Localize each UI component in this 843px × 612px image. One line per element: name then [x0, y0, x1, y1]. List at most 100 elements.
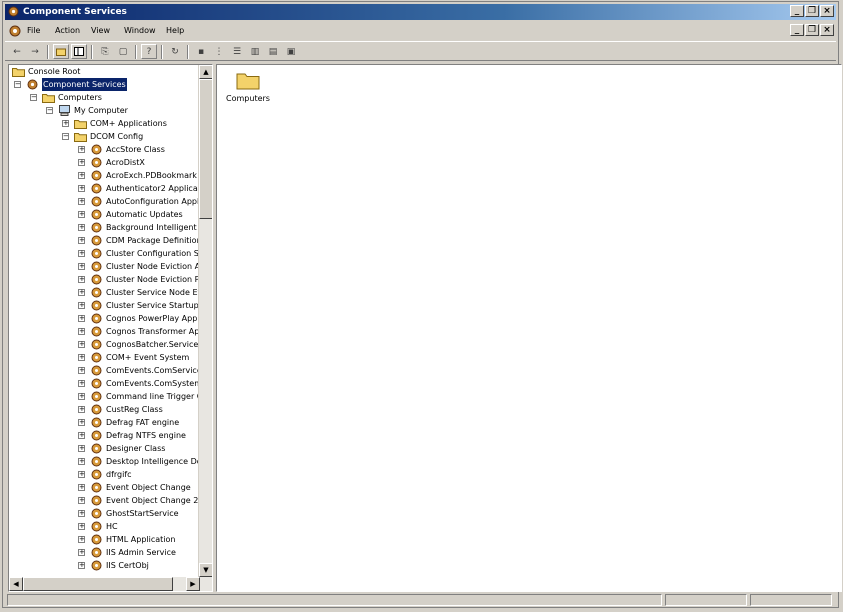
menu-window[interactable]: Window [124, 22, 156, 40]
tree-view: Console Root − Component Services − Comp… [9, 65, 200, 577]
scroll-left-icon[interactable]: ◀ [9, 577, 23, 591]
expand-icon[interactable]: + [78, 172, 85, 179]
tree-pane[interactable]: Console Root − Component Services − Comp… [8, 64, 213, 592]
details-view-icon[interactable]: ▥ [247, 44, 263, 59]
expand-icon[interactable]: + [78, 393, 85, 400]
collapse-icon[interactable]: − [46, 107, 53, 114]
folder-icon [236, 73, 260, 90]
detail-item-computers[interactable]: Computers [223, 70, 273, 103]
expand-icon[interactable]: + [78, 237, 85, 244]
tree-node-label: Designer Class [106, 444, 166, 453]
tree-node-label: Event Object Change 2 [106, 496, 199, 505]
small-icons-icon[interactable]: ⋮ [211, 44, 227, 59]
expand-icon[interactable]: + [78, 159, 85, 166]
expand-icon[interactable]: + [78, 302, 85, 309]
expand-icon[interactable]: + [78, 510, 85, 517]
menu-file[interactable]: File [27, 22, 40, 40]
tree-node-label: AcroExch.PDBookmark [106, 171, 197, 180]
dcom-component-icon [91, 365, 102, 376]
scroll-down-icon[interactable]: ▼ [199, 563, 212, 577]
expand-icon[interactable]: + [78, 211, 85, 218]
expand-icon[interactable]: + [78, 484, 85, 491]
child-close-button[interactable]: × [820, 24, 834, 36]
dcom-component-icon [91, 378, 102, 389]
expand-icon[interactable]: + [78, 497, 85, 504]
refresh-icon[interactable]: ↻ [167, 44, 183, 59]
detail-pane[interactable]: Computers [216, 64, 842, 592]
expand-icon[interactable]: + [78, 536, 85, 543]
tree-node-label: Authenticator2 Applicat [106, 184, 200, 193]
expand-icon[interactable]: + [78, 419, 85, 426]
menu-help[interactable]: Help [166, 22, 184, 40]
title-bar[interactable]: Component Services _ ❐ × [5, 4, 836, 20]
dcom-component-icon [91, 157, 102, 168]
dcom-component-icon [91, 300, 102, 311]
expand-icon[interactable]: + [78, 185, 85, 192]
minimize-button[interactable]: _ [790, 5, 804, 17]
tree-node-label: Cluster Service Startup [106, 301, 199, 310]
expand-icon[interactable]: + [78, 328, 85, 335]
expand-icon[interactable]: + [78, 471, 85, 478]
menu-view[interactable]: View [91, 22, 110, 40]
collapse-icon[interactable]: − [14, 81, 21, 88]
tree-node-label: ComEvents.ComServices [106, 366, 200, 375]
expand-icon[interactable]: + [78, 224, 85, 231]
tree-node-label: CDM Package Definitions [106, 236, 200, 245]
expand-icon[interactable]: + [78, 198, 85, 205]
scroll-right-icon[interactable]: ▶ [186, 577, 200, 591]
help-icon[interactable]: ? [141, 44, 157, 59]
expand-icon[interactable]: + [78, 354, 85, 361]
up-folder-icon[interactable] [53, 44, 69, 59]
expand-icon[interactable]: + [78, 276, 85, 283]
tree-node-label: AccStore Class [106, 145, 165, 154]
forward-icon[interactable]: → [27, 44, 43, 59]
expand-icon[interactable]: + [78, 523, 85, 530]
configure-icon[interactable]: ▤ [265, 44, 281, 59]
collapse-icon[interactable]: − [30, 94, 37, 101]
expand-icon[interactable]: + [78, 289, 85, 296]
expand-icon[interactable]: + [78, 406, 85, 413]
dcom-component-icon [91, 547, 102, 558]
close-button[interactable]: × [820, 5, 834, 17]
child-minimize-button[interactable]: _ [790, 24, 804, 36]
export-list-icon[interactable]: ⎘ [97, 44, 113, 59]
list-view-icon[interactable]: ☰ [229, 44, 245, 59]
tree-node-label: AutoConfiguration Appli [106, 197, 200, 206]
child-restore-button[interactable]: ❐ [805, 24, 819, 36]
back-icon[interactable]: ← [9, 44, 25, 59]
collapse-icon[interactable]: − [62, 133, 69, 140]
expand-icon[interactable]: + [78, 315, 85, 322]
properties-icon[interactable]: ▢ [115, 44, 131, 59]
scroll-thumb[interactable] [199, 79, 212, 219]
dcom-component-icon [91, 339, 102, 350]
expand-icon[interactable]: + [78, 250, 85, 257]
toolbar-separator [135, 45, 137, 59]
show-hide-tree-icon[interactable] [71, 44, 87, 59]
expand-icon[interactable]: + [78, 146, 85, 153]
console-icon[interactable] [8, 24, 22, 38]
expand-icon[interactable]: + [78, 263, 85, 270]
expand-icon[interactable]: + [78, 341, 85, 348]
expand-icon[interactable]: + [78, 380, 85, 387]
folder-icon [42, 94, 55, 103]
menu-action[interactable]: Action [55, 22, 80, 40]
tree-vertical-scrollbar[interactable]: ▲ ▼ [198, 65, 212, 577]
dcom-component-icon [91, 222, 102, 233]
expand-icon[interactable]: + [78, 445, 85, 452]
computer-icon[interactable]: ▣ [283, 44, 299, 59]
expand-icon[interactable]: + [62, 120, 69, 127]
tree-node-label: Cluster Service Node Ev [106, 288, 200, 297]
dcom-component-icon [91, 534, 102, 545]
tree-horizontal-scrollbar[interactable]: ◀ ▶ [9, 577, 212, 591]
toolbar: ← → ⎘ ▢ ? ↻ ▪ ⋮ ☰ ▥ ▤ ▣ [5, 41, 836, 61]
expand-icon[interactable]: + [78, 562, 85, 569]
expand-icon[interactable]: + [78, 549, 85, 556]
h-scroll-thumb[interactable] [23, 577, 173, 591]
large-icons-icon[interactable]: ▪ [193, 44, 209, 59]
dcom-component-icon [91, 560, 102, 571]
expand-icon[interactable]: + [78, 432, 85, 439]
scroll-up-icon[interactable]: ▲ [199, 65, 212, 79]
expand-icon[interactable]: + [78, 367, 85, 374]
expand-icon[interactable]: + [78, 458, 85, 465]
restore-button[interactable]: ❐ [805, 5, 819, 17]
